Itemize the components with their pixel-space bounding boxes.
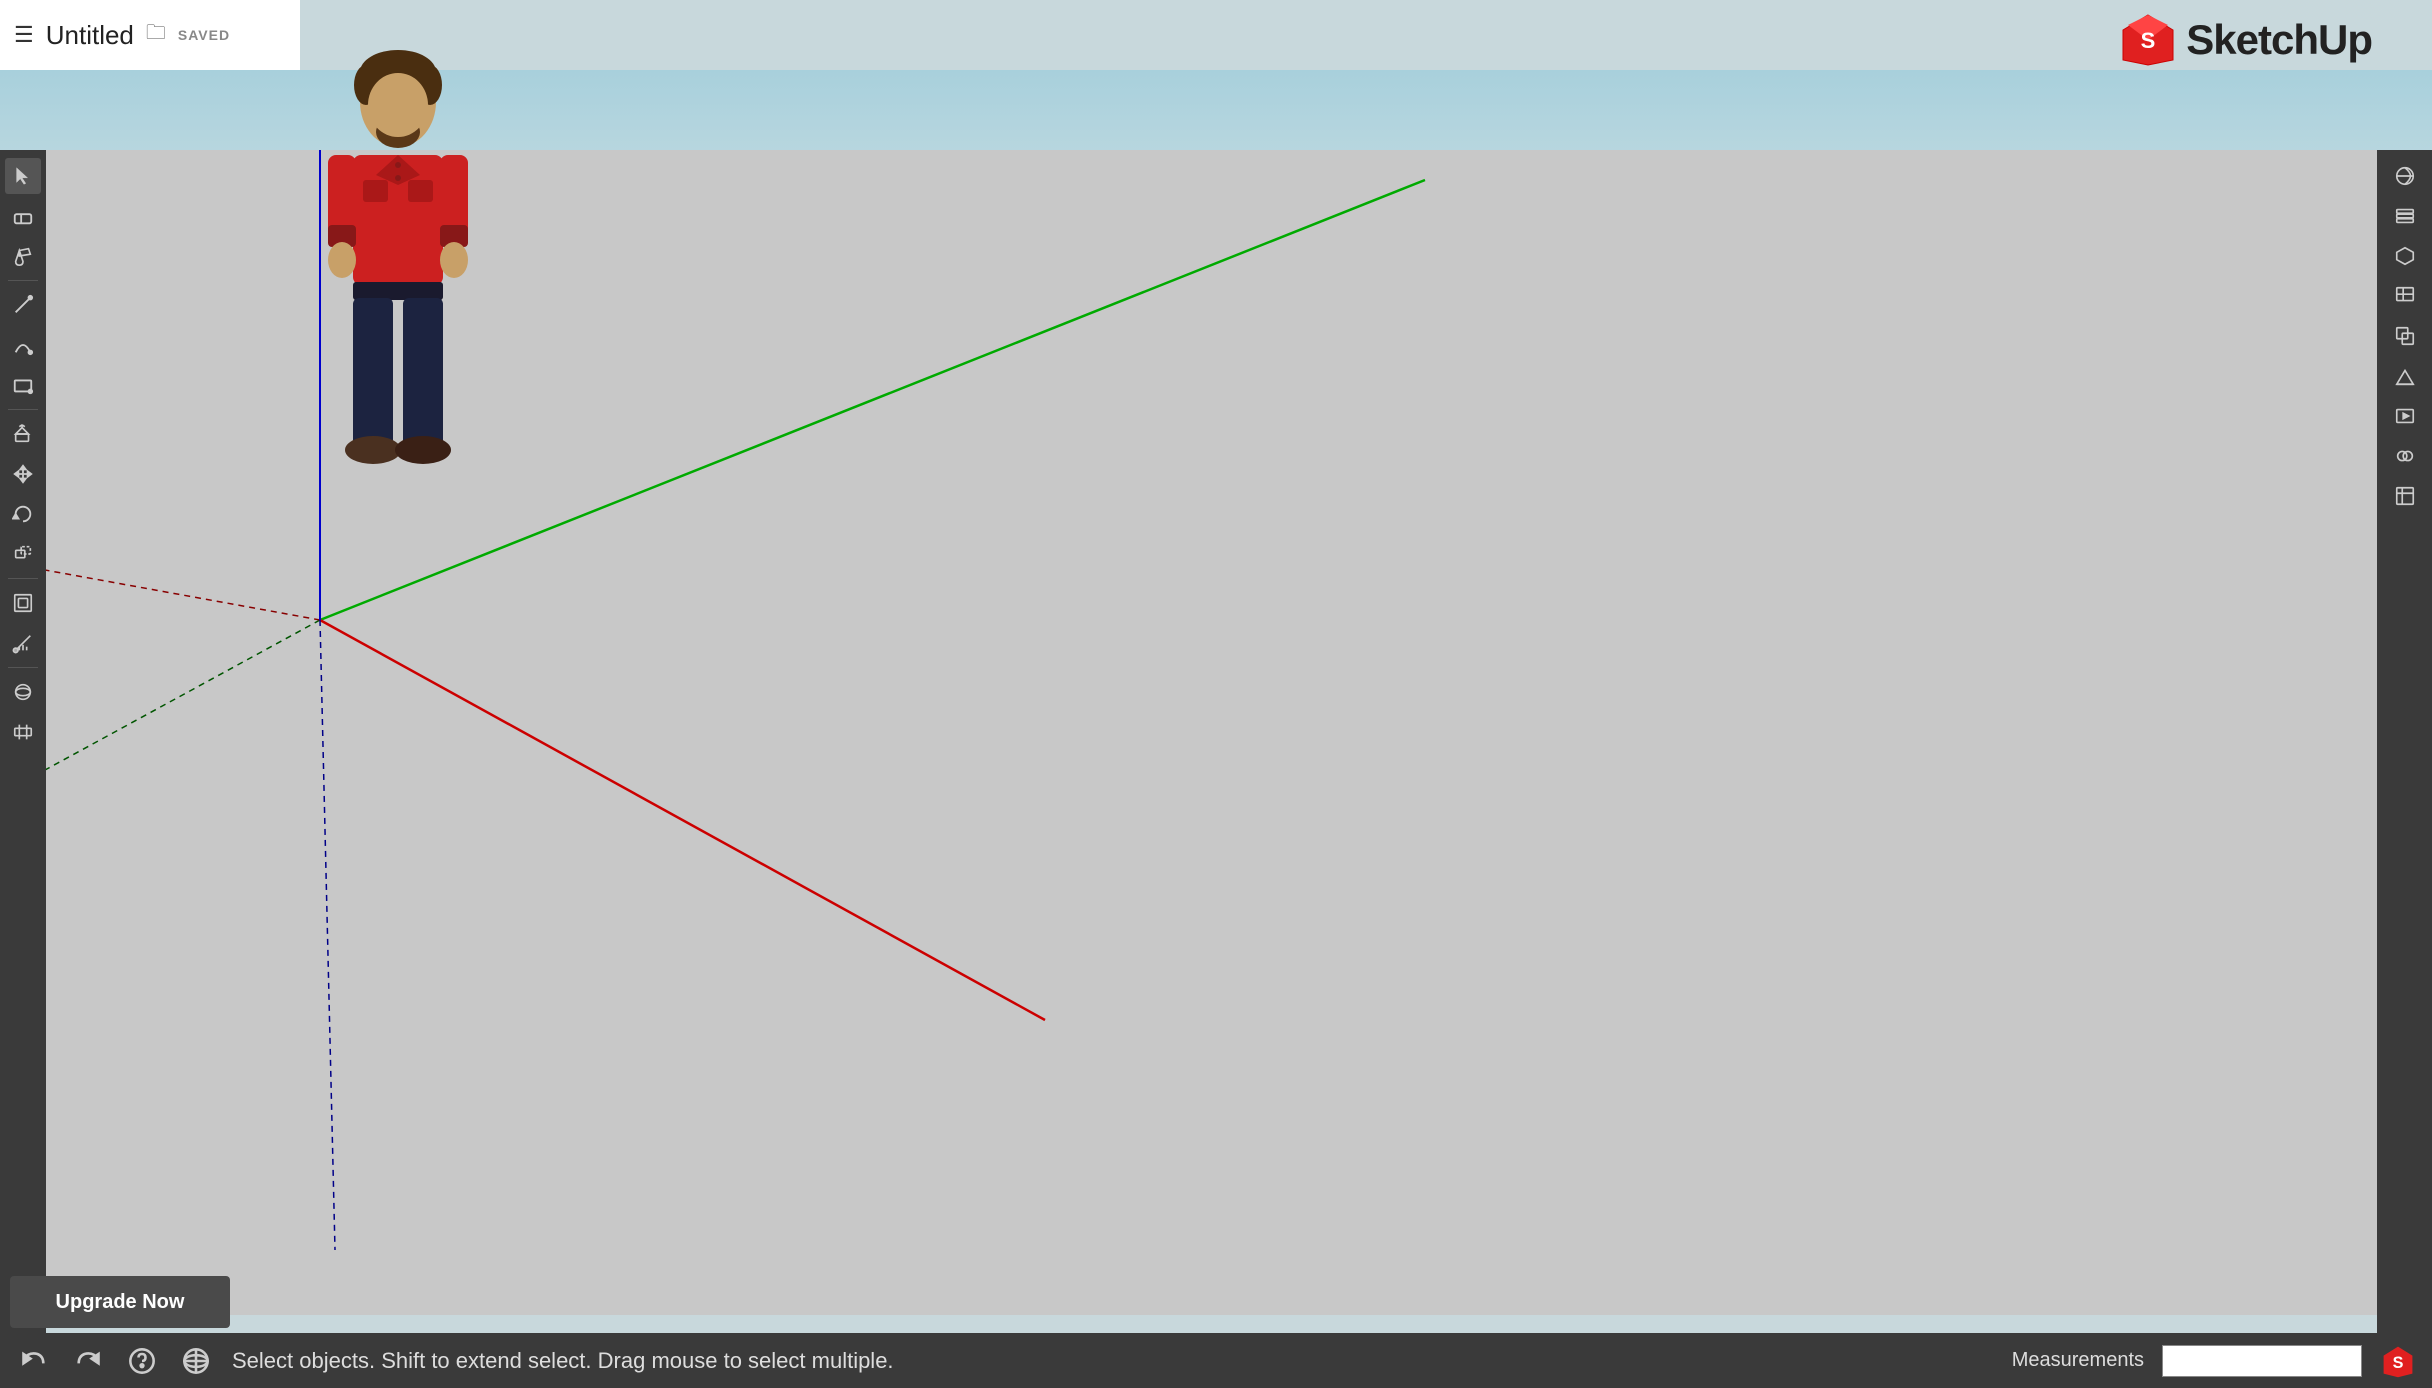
- materials-panel[interactable]: [2387, 158, 2423, 194]
- svg-text:S: S: [2393, 1354, 2404, 1372]
- select-tool[interactable]: [5, 158, 41, 194]
- scenes-panel[interactable]: [2387, 398, 2423, 434]
- line-tool[interactable]: [5, 287, 41, 323]
- sandbox-tools-panel[interactable]: [2387, 358, 2423, 394]
- arc-tool[interactable]: [5, 327, 41, 363]
- human-figure: [298, 50, 498, 480]
- layers-panel[interactable]: [2387, 198, 2423, 234]
- measurements-label: Measurements: [2012, 1349, 2144, 1372]
- sketchup-logo: S SketchUp: [2118, 10, 2372, 70]
- menu-button[interactable]: ☰: [14, 22, 34, 48]
- svg-text:S: S: [2141, 28, 2156, 53]
- measurements-input[interactable]: [2162, 1345, 2362, 1377]
- document-title: Untitled: [46, 20, 134, 51]
- saved-badge: SAVED: [178, 27, 230, 43]
- logo-text: SketchUp: [2186, 16, 2372, 64]
- orbit-tool[interactable]: [5, 674, 41, 710]
- left-toolbar: [0, 150, 46, 1333]
- undo-button[interactable]: [16, 1343, 52, 1379]
- solid-tools-panel[interactable]: [2387, 318, 2423, 354]
- move-tool[interactable]: [5, 456, 41, 492]
- upgrade-now-button[interactable]: Upgrade Now: [10, 1276, 230, 1328]
- eraser-tool[interactable]: [5, 198, 41, 234]
- sketchup-badge: S: [2380, 1343, 2416, 1379]
- redo-button[interactable]: [70, 1343, 106, 1379]
- rotate-tool[interactable]: [5, 496, 41, 532]
- section-tool[interactable]: [5, 714, 41, 750]
- sketchup-logo-icon: S: [2118, 10, 2178, 70]
- globe-button[interactable]: [178, 1343, 214, 1379]
- paint-tool[interactable]: [5, 238, 41, 274]
- styles-panel[interactable]: [2387, 438, 2423, 474]
- components-panel[interactable]: [2387, 238, 2423, 274]
- 3d-warehouse-panel[interactable]: [2387, 278, 2423, 314]
- right-toolbar: [2377, 150, 2432, 1333]
- extension-manager-panel[interactable]: [2387, 478, 2423, 514]
- person-svg: [298, 50, 498, 480]
- help-button[interactable]: [124, 1343, 160, 1379]
- top-bar: ☰ Untitled 🗀 SAVED: [0, 0, 300, 70]
- bottom-bar: Select objects. Shift to extend select. …: [0, 1333, 2432, 1388]
- shape-tool[interactable]: [5, 367, 41, 403]
- offset-tool[interactable]: [5, 585, 41, 621]
- file-icon: 🗀: [146, 18, 166, 52]
- status-text: Select objects. Shift to extend select. …: [232, 1348, 1994, 1374]
- tape-tool[interactable]: [5, 625, 41, 661]
- scale-tool[interactable]: [5, 536, 41, 572]
- push-pull-tool[interactable]: [5, 416, 41, 452]
